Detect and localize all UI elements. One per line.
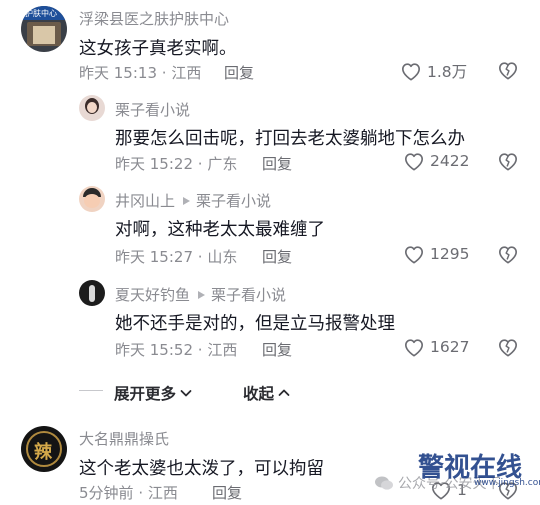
- like-count: 1295: [430, 245, 470, 263]
- comment-author[interactable]: 浮梁县医之肤护肤中心: [79, 8, 229, 29]
- dislike-button[interactable]: [497, 337, 519, 361]
- like-count: 2422: [430, 152, 470, 170]
- chevron-up-icon: [278, 389, 290, 396]
- reply-text: 她不还手是对的，但是立马报警处理: [115, 314, 395, 334]
- watermark-url: www.jingsh.com: [474, 478, 540, 488]
- heart-icon: [402, 63, 420, 81]
- reply-text: 对啊，这种老太太最难缠了: [115, 220, 325, 240]
- reply-button[interactable]: 回复: [262, 339, 292, 360]
- reply-author[interactable]: 井冈山上 栗子看小说: [115, 190, 271, 211]
- heart-icon: [405, 153, 423, 171]
- like-count: 1.8万: [427, 63, 468, 81]
- reply-meta: 昨天 15:52 · 江西: [115, 341, 238, 359]
- reply-author[interactable]: 夏天好钓鱼 栗子看小说: [115, 284, 286, 305]
- reply-button[interactable]: 回复: [212, 482, 242, 503]
- wechat-icon: [375, 476, 393, 490]
- reply-button[interactable]: 回复: [224, 62, 254, 83]
- like-button[interactable]: 2422: [403, 151, 469, 171]
- comment-text: 这女孩子真老实啊。: [79, 39, 237, 59]
- heart-icon: [405, 339, 423, 357]
- reply-author[interactable]: 栗子看小说: [115, 99, 190, 120]
- reply-meta: 昨天 15:22 · 广东: [115, 155, 238, 173]
- expand-more-button[interactable]: 展开更多: [114, 382, 194, 404]
- avatar[interactable]: 护肤中心: [21, 6, 67, 52]
- reply-arrow-icon: [198, 291, 206, 299]
- reply-arrow-icon: [183, 197, 191, 205]
- broken-heart-icon: [499, 339, 517, 357]
- avatar-label: 辣: [34, 442, 52, 463]
- dislike-button[interactable]: [497, 60, 519, 84]
- avatar-label: 护肤中心: [25, 9, 57, 18]
- divider: [79, 390, 103, 391]
- avatar[interactable]: [79, 186, 105, 212]
- dislike-button[interactable]: [497, 244, 519, 268]
- avatar[interactable]: 辣: [21, 426, 67, 472]
- dislike-button[interactable]: [497, 151, 519, 175]
- reply-button[interactable]: 回复: [262, 153, 292, 174]
- heart-icon: [405, 246, 423, 264]
- chevron-down-icon: [180, 390, 192, 397]
- collapse-button[interactable]: 收起: [243, 382, 292, 404]
- reply-text: 那要怎么回击呢，打回去老太婆躺地下怎么办: [115, 129, 465, 149]
- broken-heart-icon: [499, 62, 517, 80]
- like-button[interactable]: 1627: [403, 337, 469, 357]
- reply-button[interactable]: 回复: [262, 246, 292, 267]
- like-button[interactable]: 1.8万: [400, 60, 467, 82]
- like-count: 1627: [430, 338, 470, 356]
- broken-heart-icon: [499, 153, 517, 171]
- like-button[interactable]: 1295: [403, 244, 469, 264]
- avatar[interactable]: [79, 95, 105, 121]
- comment-meta: 昨天 15:13 · 江西: [79, 64, 202, 82]
- comment-author[interactable]: 大名鼎鼎操氏: [79, 428, 169, 449]
- avatar[interactable]: [79, 280, 105, 306]
- comment-text: 这个老太婆也太泼了，可以拘留: [79, 459, 324, 479]
- broken-heart-icon: [499, 246, 517, 264]
- reply-meta: 昨天 15:27 · 山东: [115, 248, 238, 266]
- comment-meta: 5分钟前 · 江西: [79, 484, 178, 502]
